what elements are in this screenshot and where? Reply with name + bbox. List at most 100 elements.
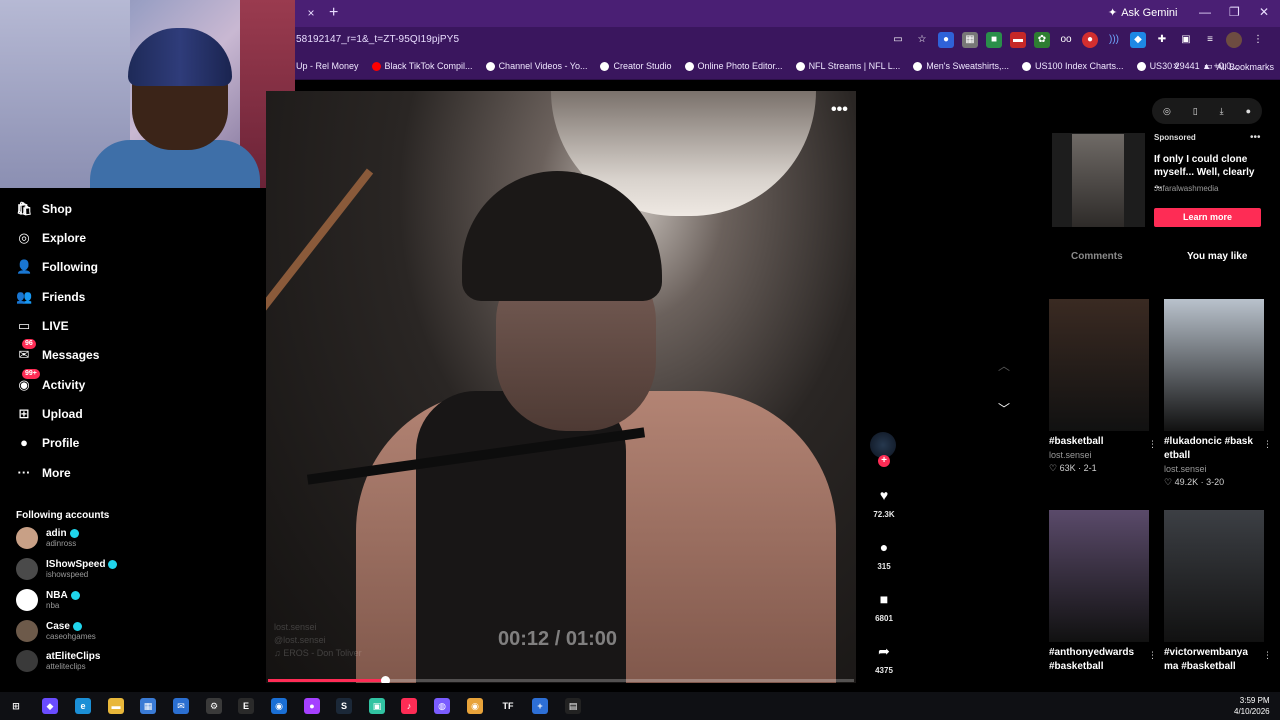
profile-avatar-icon[interactable] <box>1226 32 1242 48</box>
recommended-video-card[interactable]: ⋮ #basketball lost.sensei ♡ 63K · 2-1 <box>1049 299 1157 475</box>
extensions-puzzle-icon[interactable]: ✚ <box>1154 32 1170 48</box>
following-account[interactable]: atEliteClips atteliteclips <box>16 650 100 672</box>
ask-gemini-button[interactable]: ✦ Ask Gemini <box>1108 6 1177 20</box>
extension-shield-icon[interactable]: ◆ <box>1130 32 1146 48</box>
capcut-icon[interactable]: ▤ <box>565 698 581 714</box>
extension-wave-icon[interactable]: ))) <box>1106 32 1122 48</box>
windows-start-icon[interactable]: ⊞ <box>8 698 24 714</box>
extension-green-icon[interactable]: ■ <box>986 32 1002 48</box>
sidebar-item-explore[interactable]: ◎ Explore <box>16 230 86 246</box>
sidebar-item-upload[interactable]: ⊞ Upload <box>16 406 83 422</box>
sidebar-item-more[interactable]: ··· More <box>16 465 71 481</box>
card-more-icon[interactable]: ⋮ <box>1148 439 1157 450</box>
sidebar-item-messages[interactable]: ✉ 96 Messages <box>16 339 99 363</box>
card-more-icon[interactable]: ⋮ <box>1148 650 1157 661</box>
bookmark-item[interactable]: Creator Studio <box>600 61 672 71</box>
tiktok-icon[interactable]: ♪ <box>401 698 417 714</box>
save-button[interactable]: ■ 6801 <box>868 590 900 623</box>
following-account[interactable]: IShowSpeed ishowspeed <box>16 558 118 580</box>
copilot-icon[interactable]: ◆ <box>42 698 58 714</box>
recommended-video-card[interactable]: ⋮ #lukadoncic #basketball lost.sensei ♡ 49.… <box>1164 299 1272 489</box>
chrome-icon[interactable]: ◉ <box>467 698 483 714</box>
url-input[interactable]: 58192147_r=1&_t=ZT-95QI19pjPY5 <box>296 34 459 45</box>
following-account[interactable]: NBA nba <box>16 589 80 611</box>
device-icon[interactable]: ▯ <box>1193 106 1198 117</box>
recommended-video-card[interactable]: ⋮ #anthonyedwards #basketball <box>1049 510 1157 674</box>
sidebar-item-activity[interactable]: ◉ 99+ Activity <box>16 369 85 393</box>
extension-record-icon[interactable]: ● <box>1082 32 1098 48</box>
tab-close-icon[interactable]: × <box>304 6 318 20</box>
bookmark-item[interactable]: Up - Rel Money <box>296 61 359 71</box>
card-more-icon[interactable]: ⋮ <box>1263 439 1272 450</box>
download-icon[interactable]: ⤓ <box>1220 106 1224 117</box>
learn-more-button[interactable]: Learn more <box>1154 208 1261 227</box>
account-name: adin <box>46 528 67 539</box>
share-button[interactable]: ➦ 4375 <box>868 642 900 675</box>
verified-badge-icon <box>108 560 118 569</box>
file-explorer-icon[interactable]: ▬ <box>108 698 124 714</box>
sidebar-item-live[interactable]: ▭ LIVE <box>16 318 69 334</box>
plus-app-icon[interactable]: + <box>532 698 548 714</box>
extension-gray-icon[interactable]: ▦ <box>962 32 978 48</box>
bookmark-star-icon[interactable]: ☆ <box>914 32 930 48</box>
follow-plus-button[interactable]: + <box>878 455 890 467</box>
extension-glasses-icon[interactable]: oo <box>1058 32 1074 48</box>
restore-button[interactable]: ❐ <box>1229 5 1240 19</box>
card-more-icon[interactable]: ⋮ <box>1263 650 1272 661</box>
edge-icon[interactable]: e <box>75 698 91 714</box>
sidebar-item-profile[interactable]: ● Profile <box>16 435 79 451</box>
previous-video-button[interactable]: ︿ <box>998 357 1010 374</box>
settings-icon[interactable]: ⚙ <box>206 698 222 714</box>
sidebar-item-friends[interactable]: 👥 Friends <box>16 289 85 305</box>
ad-more-button[interactable]: ••• <box>1250 132 1261 143</box>
sidebar-item-following[interactable]: 👤 Following <box>16 259 98 275</box>
bookmark-item[interactable]: US100 Index Charts... <box>1022 61 1124 71</box>
bookmark-item[interactable]: Channel Videos - Yo... <box>485 61 587 71</box>
messenger-icon[interactable]: ● <box>304 698 320 714</box>
steam-like-icon[interactable]: ◉ <box>271 698 287 714</box>
close-window-button[interactable]: ✕ <box>1259 5 1269 19</box>
sidebar-item-shop[interactable]: 🛍 Shop <box>16 201 72 217</box>
recommended-video-card[interactable]: ⋮ #victorwembanyama #basketball <box>1164 510 1272 674</box>
verified-badge-icon <box>70 591 80 600</box>
bookmark-item[interactable]: Men's Sweatshirts,... <box>913 61 1009 71</box>
extension-blue-icon[interactable]: ● <box>938 32 954 48</box>
store-icon[interactable]: ▦ <box>140 698 156 714</box>
streamlabs-icon[interactable]: ▣ <box>369 698 385 714</box>
chrome-menu-icon[interactable]: ⋮ <box>1250 32 1266 48</box>
next-video-button[interactable]: ﹀ <box>998 400 1010 417</box>
video-progress-bar[interactable] <box>268 676 854 683</box>
bookmark-label: US100 Index Charts... <box>1035 61 1124 71</box>
bookmark-item[interactable]: Black TikTok Compil... <box>371 61 473 71</box>
like-button[interactable]: ♥ 72.3K <box>868 486 900 519</box>
video-progress-knob[interactable] <box>381 676 391 683</box>
epic-games-icon[interactable]: E <box>238 698 254 714</box>
mail-icon[interactable]: ✉ <box>173 698 189 714</box>
account-handle: caseohgames <box>46 632 96 641</box>
tab-you-may-like[interactable]: You may like <box>1187 251 1247 262</box>
steam-icon[interactable]: S <box>336 698 352 714</box>
notification-badge: 96 <box>22 339 36 349</box>
video-more-button[interactable]: ••• <box>831 101 848 119</box>
extension-red-icon[interactable]: ▬ <box>1010 32 1026 48</box>
side-panel-icon[interactable]: ▣ <box>1178 32 1194 48</box>
minimize-button[interactable]: — <box>1199 5 1211 19</box>
avatar-icon[interactable]: ● <box>1246 106 1251 116</box>
bookmark-item[interactable]: Online Photo Editor... <box>684 61 783 71</box>
following-account[interactable]: Case caseohgames <box>16 620 96 642</box>
bookmark-item[interactable]: NFL Streams | NFL L... <box>795 61 900 71</box>
cast-icon[interactable]: ▭ <box>890 32 906 48</box>
tab-comments[interactable]: Comments <box>1071 251 1123 262</box>
comment-button[interactable]: ● 315 <box>868 538 900 571</box>
all-bookmarks-button[interactable]: ▭ All Bookmarks <box>1204 61 1274 72</box>
new-tab-button[interactable]: + <box>329 4 338 22</box>
taskbar-clock[interactable]: 3:59 PM 4/10/2026 <box>1234 695 1270 717</box>
app-purple-icon[interactable]: ◍ <box>434 698 450 714</box>
tab-search-icon[interactable]: ≡ <box>1202 32 1218 48</box>
video-player[interactable]: ••• lost.sensei @lost.sensei ♫ EROS - Do… <box>266 91 856 683</box>
following-account[interactable]: adin adinross <box>16 527 79 549</box>
autoscroll-icon[interactable]: ◎ <box>1163 106 1171 117</box>
extension-leaf-icon[interactable]: ✿ <box>1034 32 1050 48</box>
bookmarks-overflow-button[interactable]: » <box>1173 60 1179 72</box>
tf-icon[interactable]: TF <box>500 698 516 714</box>
